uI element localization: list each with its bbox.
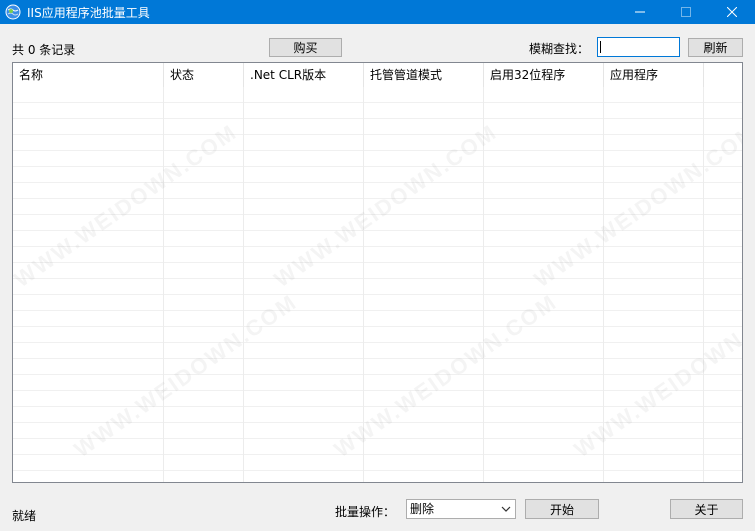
batch-operation-label: 批量操作： xyxy=(335,505,396,519)
refresh-button[interactable]: 刷新 xyxy=(688,38,743,57)
window-title: IIS应用程序池批量工具 xyxy=(27,6,150,20)
column-header-clr-version[interactable]: .Net CLR版本 xyxy=(244,63,364,87)
title-bar[interactable]: IIS应用程序池批量工具 xyxy=(0,0,755,24)
maximize-icon xyxy=(681,7,691,17)
start-button[interactable]: 开始 xyxy=(525,499,599,519)
list-body[interactable] xyxy=(13,87,742,482)
status-text: 就绪 xyxy=(12,509,37,523)
batch-operation-value: 删除 xyxy=(410,502,435,516)
column-header-pipeline-mode[interactable]: 托管管道模式 xyxy=(364,63,484,87)
app-window: IIS应用程序池批量工具 共 0 条记录 购买 模糊查找： 刷新 名称 状态 . xyxy=(0,0,755,531)
column-header-status[interactable]: 状态 xyxy=(164,63,244,87)
column-divider xyxy=(243,87,244,482)
close-icon xyxy=(727,7,737,17)
search-label: 模糊查找： xyxy=(529,42,590,56)
record-count-label: 共 0 条记录 xyxy=(12,43,76,57)
column-divider xyxy=(483,87,484,482)
buy-button[interactable]: 购买 xyxy=(269,38,342,57)
app-pool-list[interactable]: 名称 状态 .Net CLR版本 托管管道模式 启用32位程序 应用程序 WWW… xyxy=(12,62,743,483)
column-divider xyxy=(603,87,604,482)
about-button[interactable]: 关于 xyxy=(670,499,743,519)
column-header-enable-32bit[interactable]: 启用32位程序 xyxy=(484,63,604,87)
column-divider xyxy=(363,87,364,482)
column-divider xyxy=(163,87,164,482)
column-header-name[interactable]: 名称 xyxy=(13,63,164,87)
minimize-button[interactable] xyxy=(617,0,663,24)
minimize-icon xyxy=(635,11,645,13)
batch-operation-select[interactable]: 删除 xyxy=(406,499,516,519)
chevron-down-icon xyxy=(500,502,512,516)
close-button[interactable] xyxy=(709,0,755,24)
column-header-applications[interactable]: 应用程序 xyxy=(604,63,704,87)
text-caret xyxy=(600,41,601,53)
maximize-button[interactable] xyxy=(663,0,709,24)
list-header: 名称 状态 .Net CLR版本 托管管道模式 启用32位程序 应用程序 xyxy=(13,63,742,87)
globe-icon xyxy=(5,4,21,20)
column-divider xyxy=(703,87,704,482)
search-input[interactable] xyxy=(597,37,680,57)
